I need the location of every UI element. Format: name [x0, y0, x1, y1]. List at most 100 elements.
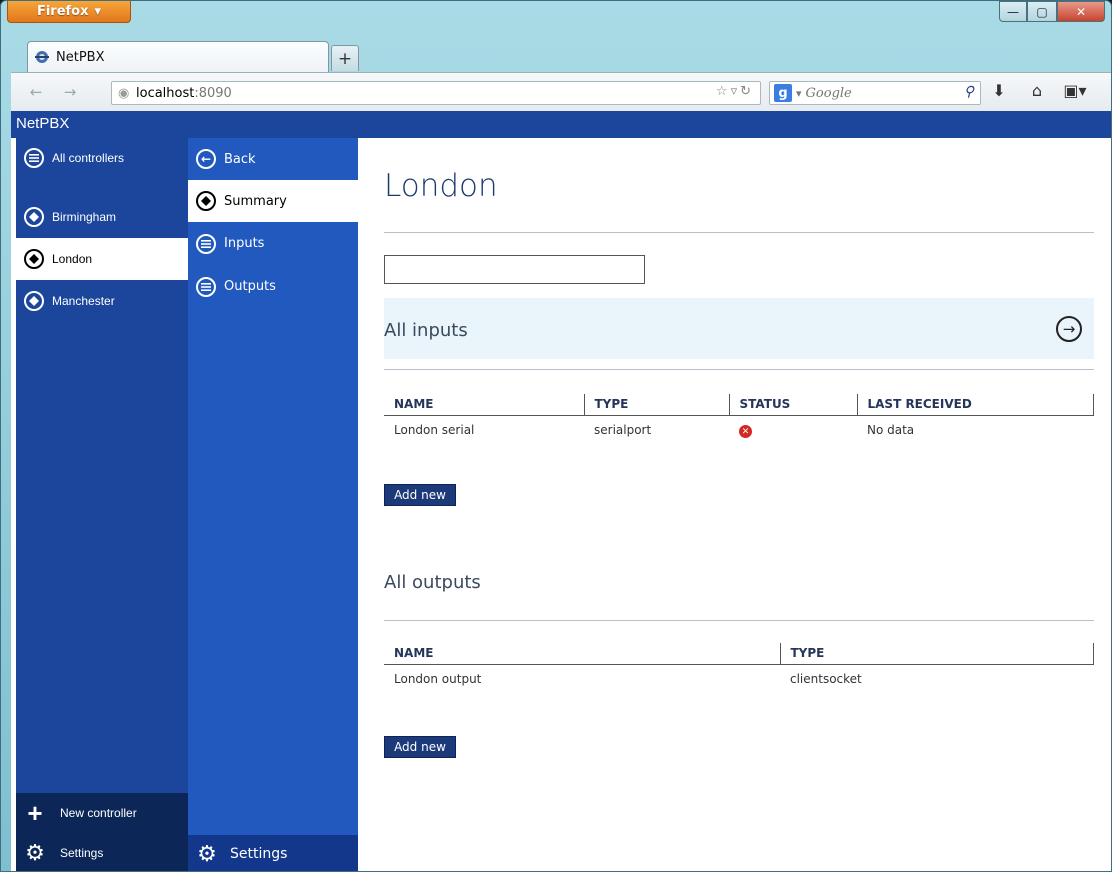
all-controllers-label: All controllers — [52, 151, 125, 165]
url-bar[interactable]: ◉ localhost:8090 ☆▿↻ — [111, 81, 761, 105]
detail-settings-button[interactable]: ⚙ Settings — [188, 835, 358, 871]
controller-label: London — [52, 252, 93, 266]
search-bar[interactable]: g ▾ Google ⚲ — [769, 81, 981, 105]
table-header-row: NAME TYPE STATUS LAST RECEIVED — [384, 394, 1094, 416]
divider — [384, 369, 1094, 370]
chevron-down-icon: ▾ — [94, 4, 102, 19]
back-button[interactable]: ← Back — [188, 138, 358, 180]
controllers-sidebar: All controllers Birmingham London Manche — [16, 138, 188, 871]
all-controllers-item[interactable]: All controllers — [16, 138, 188, 178]
controllers-sidebar-footer: + New controller ⚙ Settings — [16, 793, 188, 871]
input-type: serialport — [594, 423, 652, 438]
controller-label: Birmingham — [52, 210, 117, 224]
controller-item-london[interactable]: London — [16, 238, 188, 280]
add-input-button[interactable]: Add new — [384, 484, 456, 506]
home-icon[interactable]: ⌂ — [1023, 81, 1051, 100]
url-host: localhost — [136, 85, 195, 101]
bookmark-star-icon[interactable]: ☆▿↻ — [716, 84, 754, 99]
globe-icon: ◉ — [118, 85, 130, 101]
menu-list-icon — [196, 276, 216, 297]
tab-inputs-label: Inputs — [224, 236, 265, 251]
status-cell: ✕ — [729, 415, 857, 445]
column-header[interactable]: TYPE — [584, 394, 730, 416]
tab-outputs-label: Outputs — [224, 279, 276, 294]
column-header[interactable]: NAME — [384, 643, 781, 665]
close-icon[interactable]: ✕ — [1057, 1, 1105, 22]
back-arrow-icon[interactable]: ← — [23, 83, 49, 101]
controller-label: Manchester — [52, 294, 115, 308]
table-row[interactable]: London serial serialport ✕ No data — [384, 415, 1094, 445]
filter-input[interactable] — [384, 255, 645, 284]
inputs-section-header: All inputs → — [384, 298, 1094, 359]
input-name: London serial — [394, 423, 475, 438]
navigation-toolbar: ← → ◉ localhost:8090 ☆▿↻ g ▾ Google ⚲ ⬇ … — [11, 72, 1111, 111]
chevron-down-icon: ▾ — [796, 86, 802, 100]
outputs-table: NAME TYPE London output clientsocket — [384, 643, 1094, 694]
column-header[interactable]: TYPE — [780, 643, 1094, 665]
error-status-icon: ✕ — [739, 425, 752, 438]
divider — [384, 232, 1094, 233]
gear-icon: ⚙ — [25, 840, 45, 865]
menu-list-icon — [24, 148, 44, 168]
tab-title: NetPBX — [56, 49, 105, 65]
column-header[interactable]: NAME — [384, 394, 585, 416]
output-type: clientsocket — [790, 672, 862, 687]
output-name: London output — [394, 672, 482, 687]
controller-item-manchester[interactable]: Manchester — [16, 280, 188, 322]
netpbx-app: NetPBX All controllers Birmingham London — [11, 111, 1111, 871]
tab-summary-label: Summary — [224, 193, 287, 209]
detail-sidebar-footer: ⚙ Settings — [188, 835, 358, 871]
outputs-section-title: All outputs — [384, 572, 481, 593]
browser-tab[interactable]: NetPBX — [27, 41, 329, 72]
gear-icon: ⚙ — [197, 841, 217, 867]
page-title: London — [384, 168, 498, 204]
back-label: Back — [224, 151, 256, 167]
arrow-left-icon: ← — [196, 149, 216, 169]
minimize-icon[interactable]: — — [999, 1, 1027, 22]
main-content: London All inputs → NAME TYPE STATUS LAS… — [358, 138, 1111, 871]
new-controller-label: New controller — [60, 806, 137, 820]
bookmarks-menu-icon[interactable]: ▣▾ — [1061, 81, 1089, 100]
inputs-section-title: All inputs — [384, 320, 468, 341]
settings-label: Settings — [60, 846, 104, 860]
diamond-icon — [24, 207, 44, 227]
add-output-button[interactable]: Add new — [384, 736, 456, 758]
controller-item-birmingham[interactable]: Birmingham — [16, 196, 188, 238]
input-last-received: No data — [867, 423, 915, 438]
title-bar: Firefox ▾ — ▢ ✕ — [1, 1, 1111, 39]
maximize-icon[interactable]: ▢ — [1027, 1, 1057, 22]
settings-button[interactable]: ⚙ Settings — [16, 833, 188, 871]
table-header-row: NAME TYPE — [384, 643, 1094, 665]
netpbx-favicon-icon — [34, 49, 50, 65]
browser-window: Firefox ▾ — ▢ ✕ NetPBX + ← → ◉ localhost… — [0, 0, 1112, 872]
google-logo-icon: g — [774, 84, 792, 102]
new-tab-button[interactable]: + — [331, 45, 359, 71]
forward-arrow-icon[interactable]: → — [57, 83, 83, 101]
url-port: :8090 — [194, 85, 232, 101]
tab-outputs[interactable]: Outputs — [188, 265, 358, 308]
tab-summary[interactable]: Summary — [188, 180, 358, 222]
arrow-right-icon[interactable]: → — [1056, 316, 1082, 342]
inputs-table: NAME TYPE STATUS LAST RECEIVED London se… — [384, 394, 1094, 445]
app-title: NetPBX — [11, 111, 1111, 138]
menu-list-icon — [196, 233, 216, 254]
firefox-menu-label: Firefox — [36, 4, 89, 19]
search-placeholder: Google — [805, 85, 852, 101]
diamond-icon — [196, 191, 216, 211]
column-header[interactable]: STATUS — [729, 394, 858, 416]
plus-icon: + — [27, 798, 43, 828]
firefox-menu-button[interactable]: Firefox ▾ — [7, 1, 131, 23]
divider — [384, 620, 1094, 621]
download-icon[interactable]: ⬇ — [985, 81, 1013, 100]
table-row[interactable]: London output clientsocket — [384, 664, 1094, 694]
new-controller-button[interactable]: + New controller — [16, 793, 188, 833]
diamond-icon — [24, 249, 44, 269]
tab-inputs[interactable]: Inputs — [188, 222, 358, 265]
column-header[interactable]: LAST RECEIVED — [857, 394, 1094, 416]
search-icon[interactable]: ⚲ — [964, 84, 974, 100]
detail-settings-label: Settings — [230, 846, 288, 862]
diamond-icon — [24, 291, 44, 311]
toolbar-icons: ⬇ ⌂ ▣▾ — [985, 81, 1089, 100]
detail-sidebar: ← Back Summary Inputs Outputs ⚙ Settings — [188, 138, 358, 871]
